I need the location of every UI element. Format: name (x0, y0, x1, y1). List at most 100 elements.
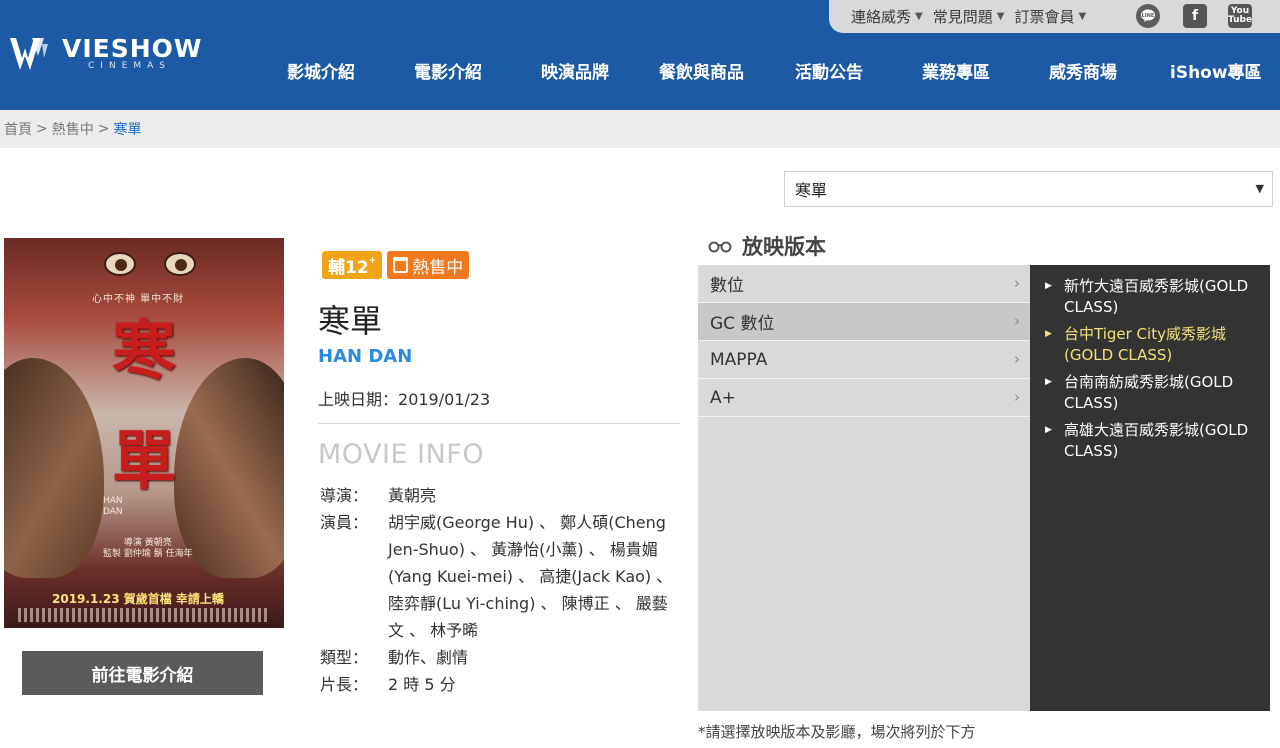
movie-poster: 心中不神 單中不財 寒 單 HAN DAN 導演 黃朝亮 監製 劉仲瑜 鬍 任海… (4, 238, 284, 628)
chevron-right-icon: › (1014, 274, 1020, 292)
info-value: 2 時 5 分 (388, 675, 456, 694)
main-nav: 影城介紹 電影介紹 映演品牌 餐飲與商品 活動公告 業務專區 威秀商場 iSho… (0, 58, 1280, 84)
cinema-item[interactable]: ▶ 台中Tiger City威秀影城(GOLD CLASS) (1030, 324, 1270, 366)
faq-link[interactable]: 常見問題 ▼ (933, 6, 1005, 27)
info-key: 類型： (320, 648, 369, 667)
info-row-cast: 演員： 胡宇威(George Hu) 、 鄭人碩(Cheng Jen-Shuo) … (320, 509, 682, 644)
cinema-item[interactable]: ▶ 台南南紡威秀影城(GOLD CLASS) (1030, 372, 1270, 414)
faq-label: 常見問題 (932, 8, 993, 26)
divider (318, 423, 680, 424)
movie-select-value: 寒單 (795, 181, 828, 200)
caret-down-icon: ▼ (996, 11, 1005, 22)
breadcrumb: 首頁 > 熱售中 > 寒單 (0, 110, 1280, 148)
version-item-digital[interactable]: 數位 › (698, 265, 1030, 303)
nav-business[interactable]: 業務專區 (922, 58, 990, 83)
versions-list: 數位 › GC 數位 › MAPPA › A+ › (698, 265, 1030, 711)
version-item-mappa[interactable]: MAPPA › (698, 341, 1030, 379)
info-key: 導演： (320, 486, 369, 505)
version-label: MAPPA (710, 349, 768, 370)
contact-label: 連絡威秀 (851, 8, 912, 26)
release-label: 上映日期： (318, 390, 399, 409)
versions-heading: 放映版本 (708, 231, 826, 261)
poster-en-title: HAN DAN (103, 496, 123, 517)
youtube-icon[interactable]: You Tube (1228, 4, 1252, 28)
caret-down-icon: ▼ (915, 11, 923, 22)
caret-down-icon: ▼ (1078, 11, 1087, 22)
breadcrumb-home[interactable]: 首頁 (4, 119, 32, 139)
poster-title-char: 寒 (112, 314, 176, 389)
info-row-director: 導演： 黃朝亮 (320, 482, 682, 509)
on-sale-badge: 熱售中 (387, 251, 470, 279)
nav-movies[interactable]: 電影介紹 (414, 58, 482, 83)
movie-info-list: 導演： 黃朝亮 演員： 胡宇威(George Hu) 、 鄭人碩(Cheng Jen… (320, 482, 682, 698)
cinema-label: 高雄大遠百威秀影城(GOLD CLASS) (1064, 421, 1249, 460)
info-value: 胡宇威(George Hu) 、 鄭人碩(Cheng Jen-Shuo) 、 黃… (388, 513, 673, 640)
nav-brands[interactable]: 映演品牌 (541, 58, 609, 83)
site-header: 連絡威秀 ▼ 常見問題 ▼ 訂票會員 ▼ LINE f You Tube VIESHOW… (0, 0, 1280, 110)
svg-text:LINE: LINE (1142, 13, 1155, 19)
rating-sup: + (368, 256, 377, 266)
cinema-item[interactable]: ▶ 新竹大遠百威秀影城(GOLD CLASS) (1030, 276, 1270, 318)
member-link[interactable]: 訂票會員 ▼ (1014, 6, 1086, 27)
breadcrumb-current: 寒單 (113, 122, 142, 138)
triangle-right-icon: ▶ (1045, 425, 1052, 435)
triangle-right-icon: ▶ (1045, 281, 1052, 291)
facebook-icon[interactable]: f (1183, 4, 1207, 28)
info-key: 片長： (320, 675, 369, 694)
select-arrow-icon: ▼ (1255, 182, 1264, 195)
version-label: GC 數位 (710, 314, 775, 334)
utility-bar: 連絡威秀 ▼ 常見問題 ▼ 訂票會員 ▼ LINE f You Tube (829, 0, 1280, 33)
movie-badges: 輔12 + 熱售中 (322, 251, 470, 279)
info-value: 黃朝亮 (388, 486, 437, 505)
info-row-genre: 類型： 動作、劇情 (320, 644, 682, 671)
on-sale-label: 熱售中 (412, 257, 464, 278)
version-item-aplus[interactable]: A+ › (698, 379, 1030, 417)
poster-date: 2019.1.23 賀歲首檔 幸請上轎 (52, 592, 224, 606)
cinema-label: 新竹大遠百威秀影城(GOLD CLASS) (1064, 277, 1249, 316)
info-value: 動作、劇情 (388, 648, 469, 667)
line-icon[interactable]: LINE (1136, 4, 1160, 28)
info-row-runtime: 片長： 2 時 5 分 (320, 671, 682, 698)
triangle-right-icon: ▶ (1045, 377, 1052, 387)
movie-title-en: HAN DAN (318, 346, 413, 367)
release-date: 上映日期：2019/01/23 (318, 386, 490, 410)
cinema-list: ▶ 新竹大遠百威秀影城(GOLD CLASS) ▶ 台中Tiger City威秀影城… (1030, 265, 1270, 711)
nav-food[interactable]: 餐飲與商品 (659, 58, 744, 83)
poster-credits-top: 導演 黃朝亮 監製 劉仲瑜 鬍 任海年 (103, 538, 193, 559)
go-to-movie-button[interactable]: 前往電影介紹 (22, 651, 263, 695)
movie-select[interactable]: 寒單 ▼ (784, 171, 1273, 207)
poster-eyes (94, 246, 214, 286)
info-key: 演員： (320, 513, 369, 532)
breadcrumb-separator: > (36, 121, 48, 137)
cinema-label: 台中Tiger City威秀影城(GOLD CLASS) (1064, 325, 1226, 364)
movie-info-heading: MOVIE INFO (318, 439, 485, 470)
cinema-item[interactable]: ▶ 高雄大遠百威秀影城(GOLD CLASS) (1030, 420, 1270, 462)
contact-link[interactable]: 連絡威秀 ▼ (851, 6, 923, 27)
versions-heading-label: 放映版本 (742, 235, 826, 259)
selection-note: *請選擇放映版本及影廳，場次將列於下方 (698, 723, 976, 741)
version-item-gc-digital[interactable]: GC 數位 › (698, 303, 1030, 341)
glasses-icon (708, 241, 732, 253)
version-label: 數位 (710, 276, 744, 296)
movie-title: 寒單 (318, 302, 383, 340)
rating-label: 輔12 (328, 257, 369, 278)
breadcrumb-section[interactable]: 熱售中 (52, 119, 94, 139)
calendar-icon (393, 257, 409, 273)
chevron-right-icon: › (1014, 388, 1020, 406)
nav-mall[interactable]: 威秀商場 (1049, 58, 1117, 83)
breadcrumb-separator: > (97, 121, 110, 137)
cinema-label: 台南南紡威秀影城(GOLD CLASS) (1064, 373, 1234, 412)
release-value: 2019/01/23 (398, 390, 491, 409)
poster-credits-block (18, 608, 268, 622)
version-label: A+ (710, 387, 736, 408)
nav-ishow[interactable]: iShow專區 (1170, 58, 1262, 83)
chevron-right-icon: › (1014, 312, 1020, 330)
poster-face-left (4, 358, 104, 578)
nav-cinemas[interactable]: 影城介紹 (287, 58, 355, 83)
member-label: 訂票會員 (1014, 8, 1075, 26)
poster-title-char: 單 (112, 424, 176, 499)
rating-badge: 輔12 + (322, 251, 383, 279)
chevron-right-icon: › (1014, 350, 1020, 368)
triangle-right-icon: ▶ (1045, 329, 1052, 339)
nav-events[interactable]: 活動公告 (795, 58, 863, 83)
